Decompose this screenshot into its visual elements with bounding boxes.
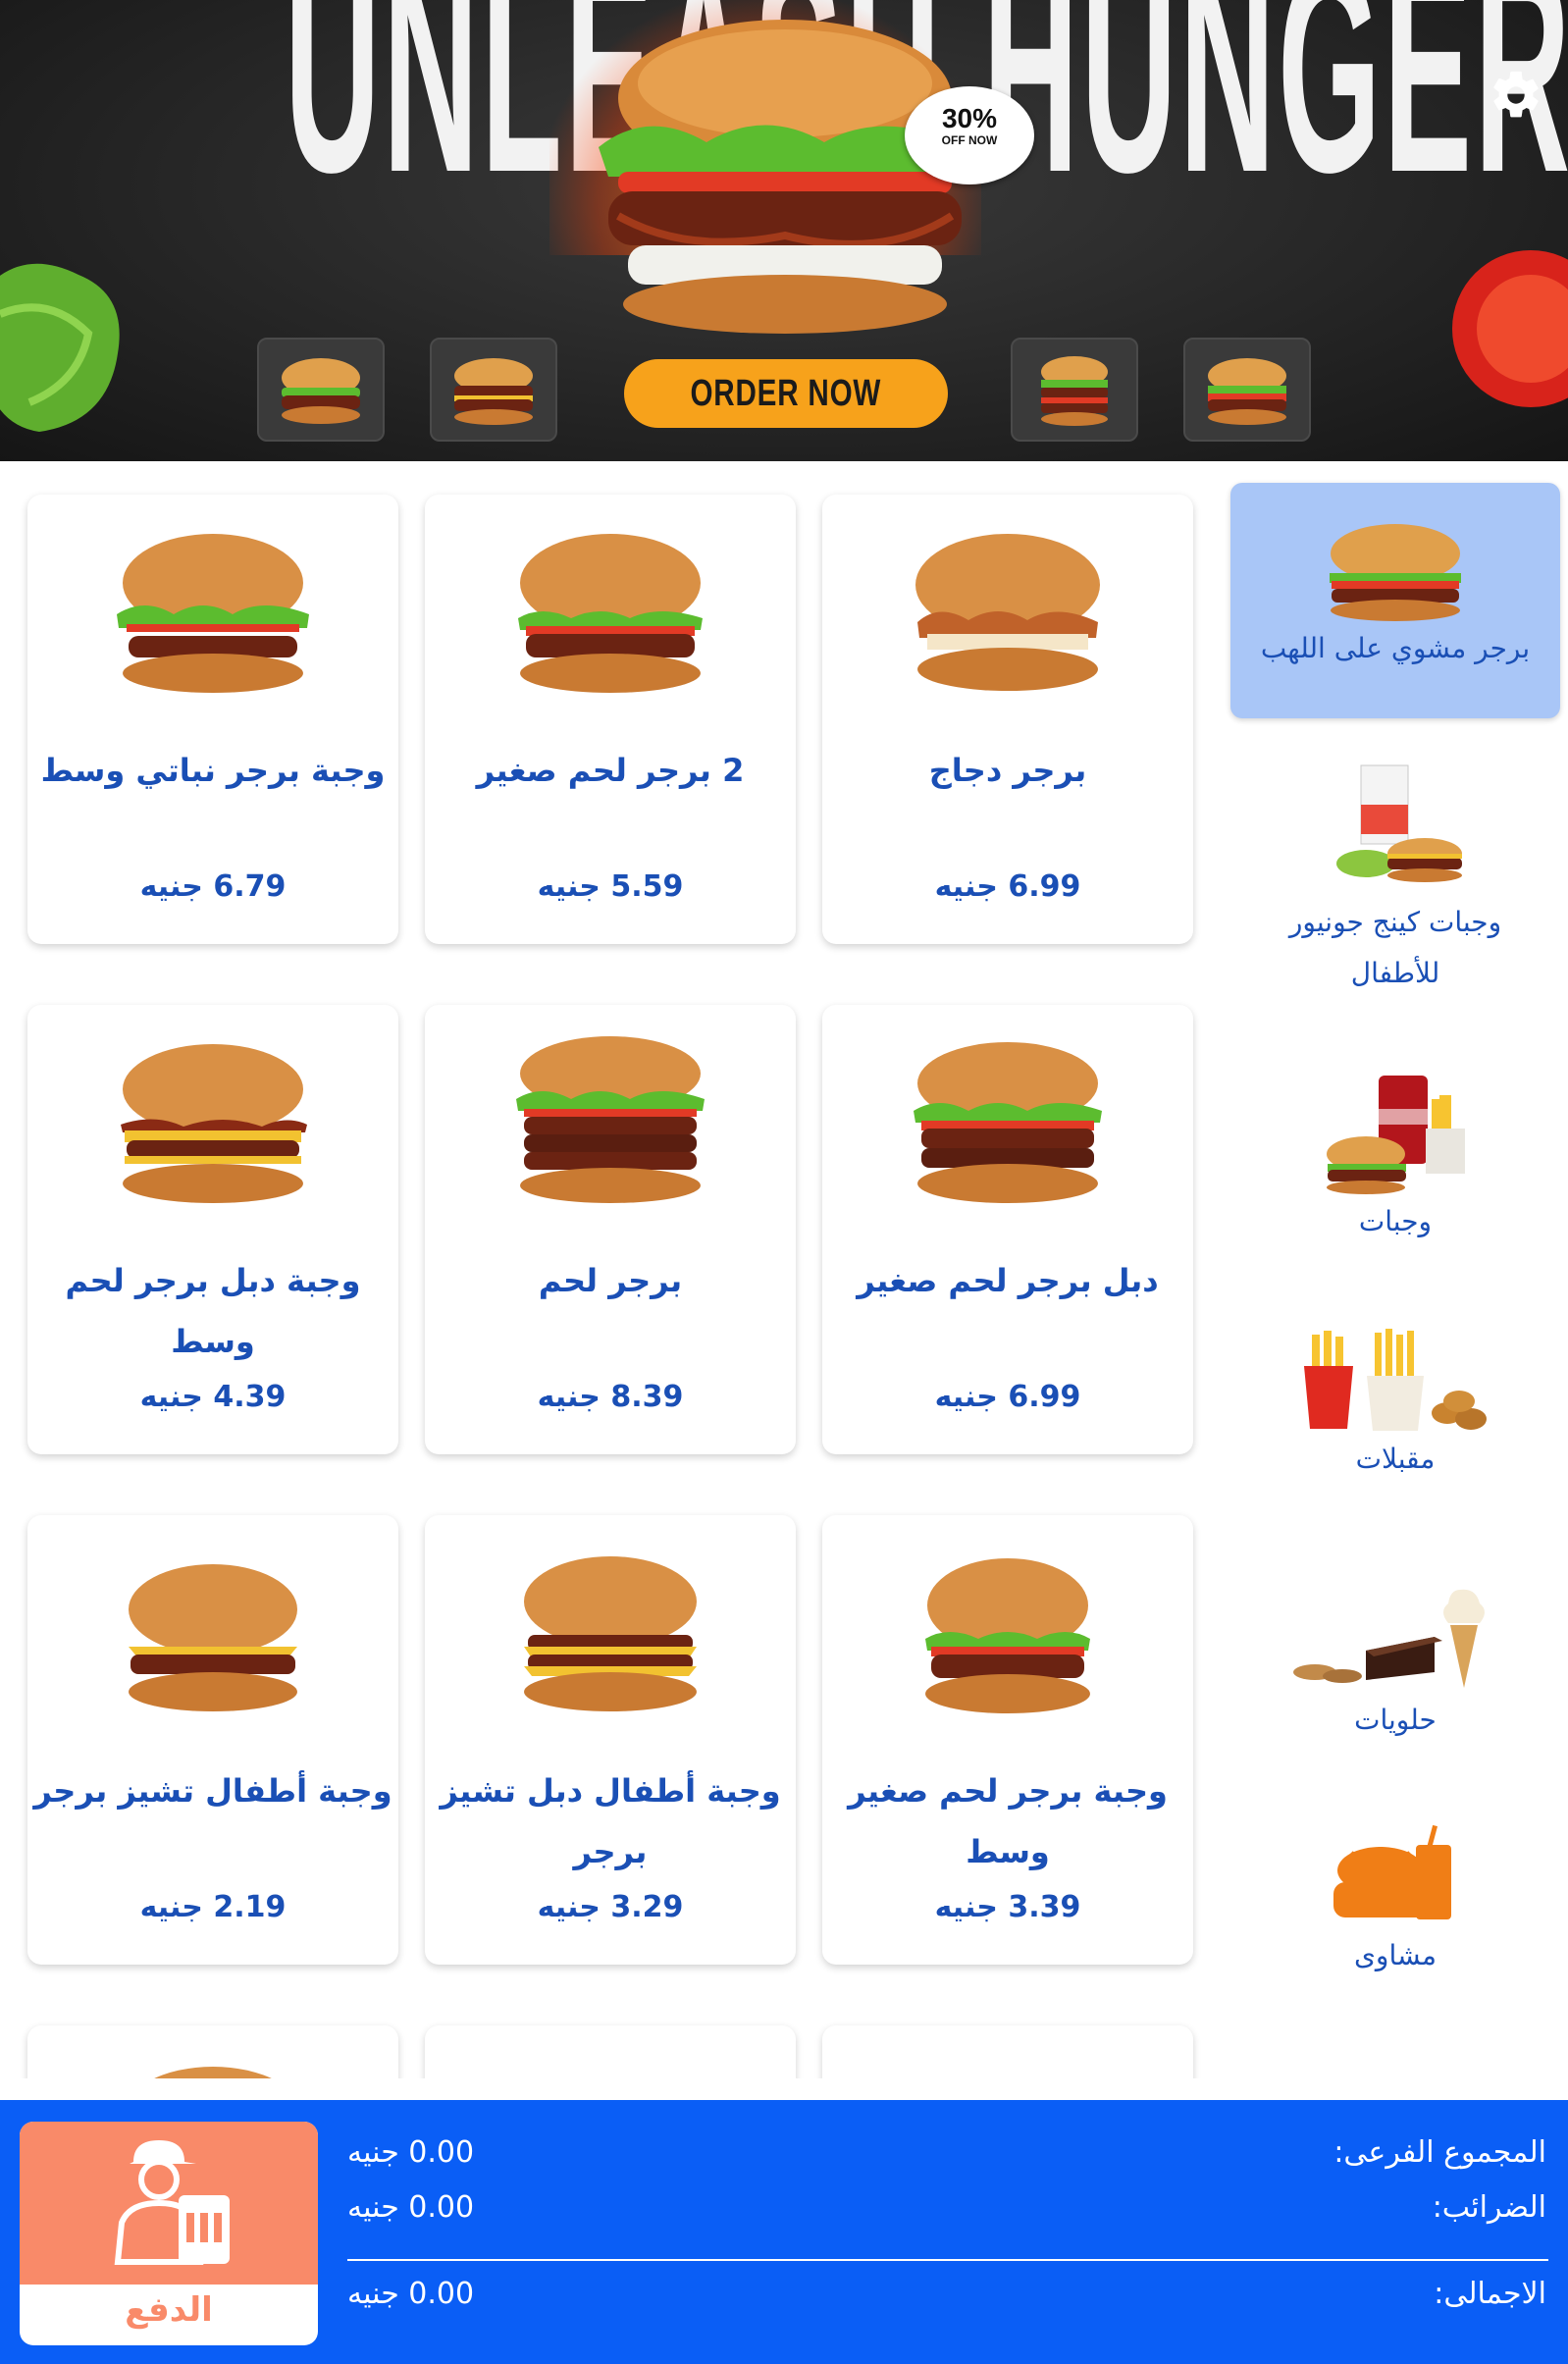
- tax-value: 0.00 جنيه: [347, 2190, 475, 2225]
- fries-icon: [1304, 1329, 1487, 1431]
- total-value: 0.00 جنيه: [347, 2277, 475, 2311]
- category-flame-grilled[interactable]: برجر مشوي على اللهب: [1230, 483, 1560, 718]
- product-price: 6.79 جنيه: [139, 869, 287, 904]
- burger-thumb-icon: [1208, 358, 1286, 425]
- total-label: الاجمالى:: [1434, 2277, 1546, 2311]
- banner-thumbnail[interactable]: [1183, 338, 1311, 442]
- product-card[interactable]: وجبة أطفال تشيز برجر 2.19 جنيه: [27, 1515, 398, 1965]
- veggie-burger-image: [117, 534, 309, 693]
- promo-banner: UNLEASH HUNGER 30% OFF NOW ORDER NOW: [0, 0, 1568, 461]
- subtotal-label: المجموع الفرعى:: [1333, 2135, 1546, 2170]
- discount-text: OFF NOW: [941, 133, 998, 147]
- category-label: مقبلات: [1355, 1443, 1436, 1475]
- grill-meal-icon: [1333, 1824, 1451, 1919]
- dessert-icon: [1293, 1589, 1485, 1688]
- pay-button[interactable]: الدفع: [20, 2122, 318, 2345]
- burger-image: [154, 2067, 272, 2078]
- product-card[interactable]: وجبة برجر لحم صغير وسط 3.39 جنيه: [822, 1515, 1193, 1965]
- discount-badge: 30% OFF NOW: [905, 86, 1034, 184]
- cheeseburger-image: [129, 1564, 297, 1711]
- product-card[interactable]: برجر دجاج 6.99 جنيه: [822, 495, 1193, 944]
- lettuce-decoration: [0, 263, 120, 432]
- burger-thumb-icon: [454, 358, 533, 425]
- totals-divider: [347, 2259, 1548, 2261]
- small-beef-burger-image: [925, 1558, 1090, 1713]
- gear-icon[interactable]: [1488, 67, 1544, 124]
- delivery-person-icon: [114, 2140, 230, 2265]
- kids-meal-icon: [1336, 764, 1462, 882]
- pay-button-label: الدفع: [125, 2290, 213, 2330]
- product-name: وجبة برجر لحم صغير وسط: [848, 1772, 1168, 1870]
- product-price: 3.39 جنيه: [934, 1890, 1081, 1924]
- product-name: وجبة أطفال تشيز برجر: [33, 1772, 392, 1810]
- tomato-decoration: [1452, 250, 1568, 407]
- category-label: حلويات: [1354, 1704, 1437, 1736]
- product-card[interactable]: دبل برجر لحم صغير 6.99 جنيه: [822, 1005, 1193, 1454]
- triple-burger-image: [516, 1036, 705, 1203]
- product-card[interactable]: برجر لحم 8.39 جنيه: [425, 1005, 796, 1454]
- category-label: برجر مشوي على اللهب: [1260, 632, 1531, 664]
- chicken-burger-image: [915, 534, 1100, 691]
- product-price: 6.99 جنيه: [934, 869, 1081, 904]
- category-kids-meals[interactable]: وجبات كينج جونيور للأطفال: [1230, 746, 1560, 999]
- product-price: 6.99 جنيه: [934, 1380, 1081, 1414]
- category-label: وجبات كينج جونيور للأطفال: [1288, 906, 1502, 989]
- beef-burger-image: [518, 534, 703, 693]
- product-name: دبل برجر لحم صغير: [857, 1262, 1159, 1299]
- burger-thumb-icon: [1041, 356, 1108, 426]
- product-card[interactable]: وجبة برجر نباتي وسط 6.79 جنيه: [27, 495, 398, 944]
- bacon-double-burger-image: [121, 1044, 307, 1203]
- product-price: 4.39 جنيه: [139, 1380, 287, 1414]
- product-card[interactable]: وجبة دبل برجر لحم وسط 4.39 جنيه: [27, 1005, 398, 1454]
- category-meals[interactable]: وجبات: [1230, 1070, 1560, 1246]
- product-price: 3.29 جنيه: [537, 1890, 684, 1924]
- product-name: 2 برجر لحم صغير: [476, 752, 745, 789]
- order-now-label: ORDER NOW: [690, 372, 882, 414]
- product-price: 5.59 جنيه: [537, 869, 684, 904]
- subtotal-value: 0.00 جنيه: [347, 2135, 475, 2170]
- product-card[interactable]: [822, 2025, 1193, 2078]
- product-card[interactable]: [425, 2025, 796, 2078]
- double-cheeseburger-image: [524, 1556, 697, 1711]
- category-label: وجبات: [1358, 1205, 1433, 1237]
- product-name: وجبة أطفال دبل تشيز برجر: [440, 1772, 781, 1870]
- order-now-button[interactable]: ORDER NOW: [624, 359, 948, 428]
- tax-label: الضرائب:: [1432, 2190, 1546, 2225]
- banner-thumbnail[interactable]: [430, 338, 557, 442]
- burger-icon: [1330, 524, 1461, 621]
- product-name: وجبة برجر نباتي وسط: [40, 752, 386, 789]
- product-name: برجر لحم: [538, 1262, 683, 1299]
- product-price: 2.19 جنيه: [139, 1890, 287, 1924]
- category-grills[interactable]: مشاوى: [1230, 1823, 1560, 1980]
- discount-percent: 30%: [941, 103, 998, 133]
- product-grid: برجر دجاج 6.99 جنيه 2 برجر لحم صغير 5.59…: [0, 471, 1217, 2078]
- burger-thumb-icon: [282, 358, 360, 424]
- product-name: برجر دجاج: [928, 752, 1087, 789]
- category-label: مشاوى: [1354, 1939, 1437, 1971]
- product-price: 8.39 جنيه: [537, 1380, 684, 1414]
- double-burger-image: [914, 1042, 1102, 1203]
- product-name: وجبة دبل برجر لحم وسط: [65, 1262, 361, 1360]
- pay-button-image: [20, 2122, 318, 2285]
- product-card[interactable]: [27, 2025, 398, 2078]
- category-appetizers[interactable]: مقبلات: [1230, 1327, 1560, 1484]
- category-desserts[interactable]: حلويات: [1230, 1578, 1560, 1745]
- banner-thumbnail[interactable]: [257, 338, 385, 442]
- product-card[interactable]: وجبة أطفال دبل تشيز برجر 3.29 جنيه: [425, 1515, 796, 1965]
- order-summary-bar: الدفع المجموع الفرعى: 0.00 جنيه الضرائب:…: [0, 2100, 1568, 2364]
- meal-combo-icon: [1327, 1076, 1465, 1194]
- product-card[interactable]: 2 برجر لحم صغير 5.59 جنيه: [425, 495, 796, 944]
- banner-thumbnail[interactable]: [1011, 338, 1138, 442]
